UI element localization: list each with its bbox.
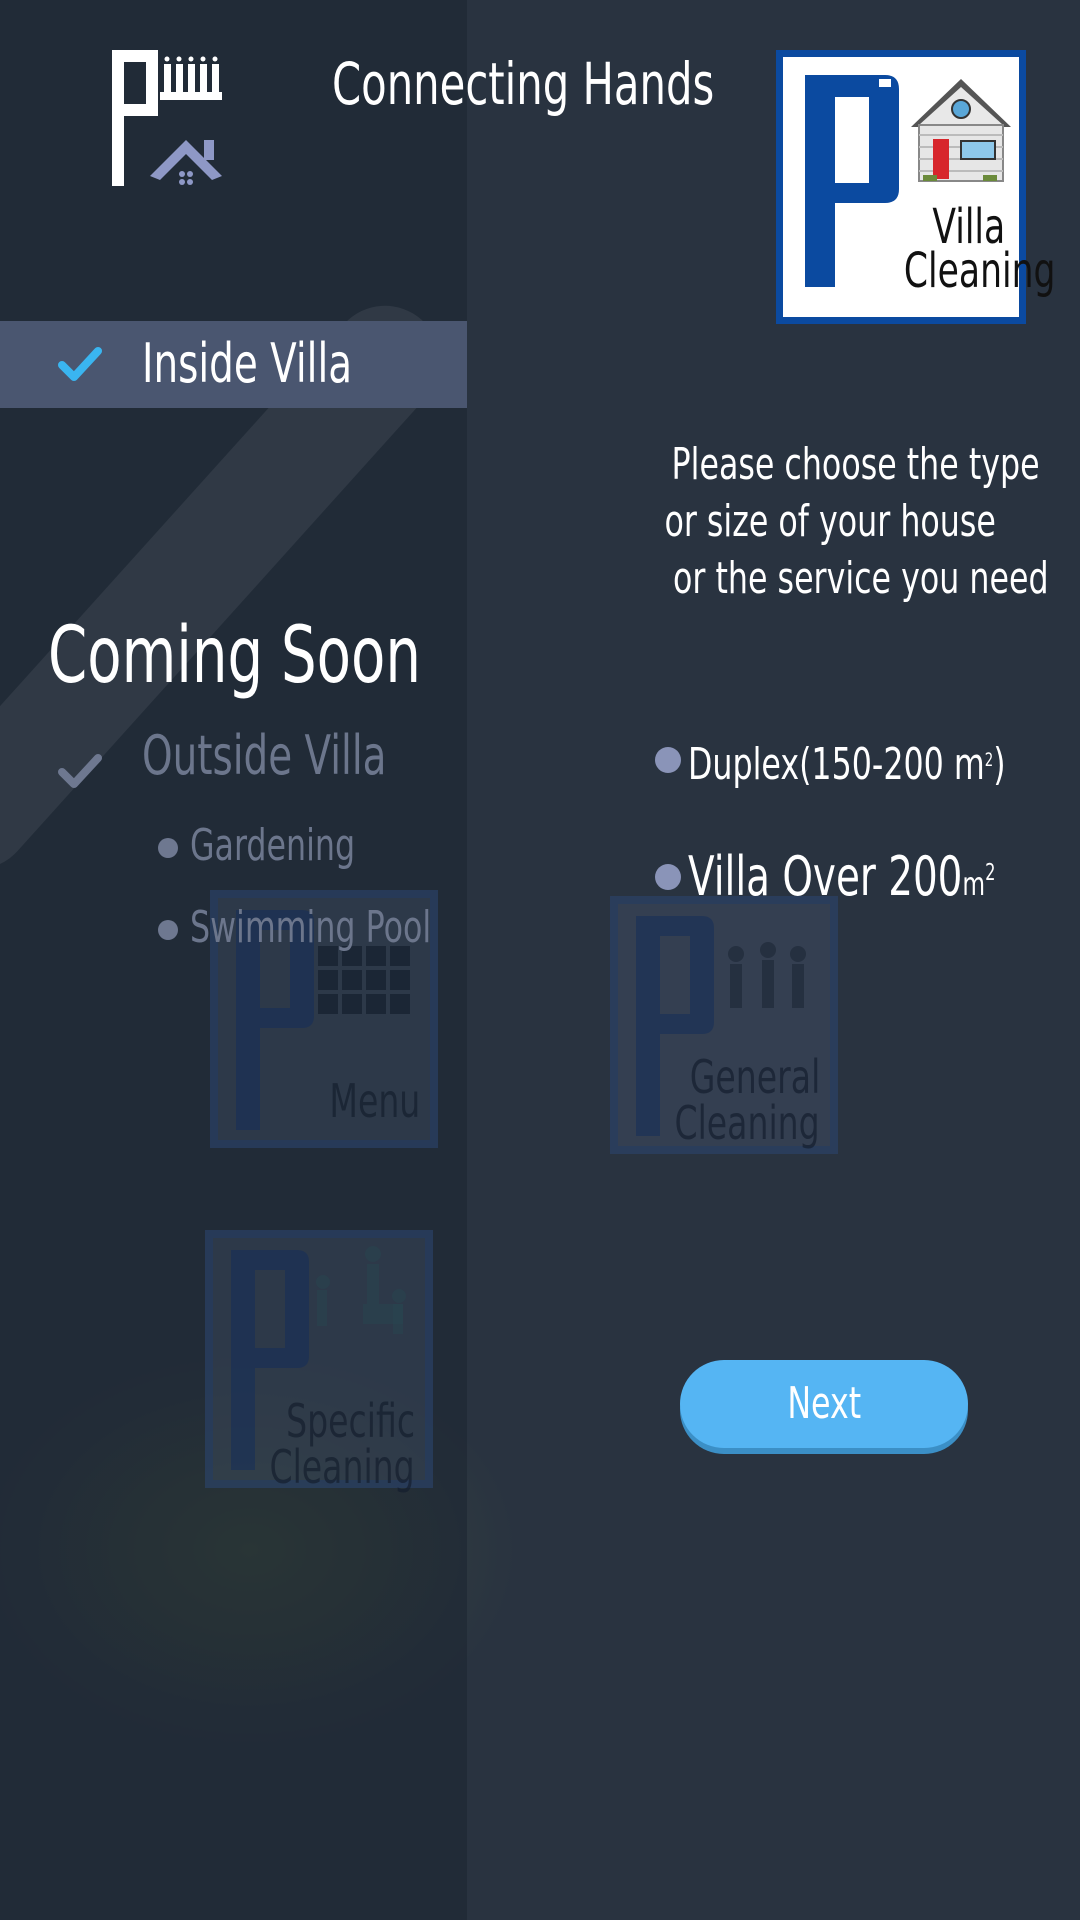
bullet-icon	[158, 838, 178, 858]
sidebar-item-outside-villa: Outside Villa	[0, 720, 467, 792]
check-icon	[58, 754, 102, 788]
next-button[interactable]: Next	[680, 1360, 968, 1448]
radio-icon	[655, 864, 681, 890]
specific-cleaning-tile: Specific Cleaning	[205, 1230, 433, 1494]
app-logo	[108, 48, 228, 192]
choose-type-prompt: Please choose the type or size of your h…	[664, 439, 1049, 604]
villa-logo-text: Villa Cleaning	[903, 199, 1056, 299]
sidebar-item-inside-villa[interactable]: Inside Villa	[0, 321, 467, 408]
sidebar-subitem-swimming-pool: Swimming Pool	[150, 898, 480, 958]
option-villa-over-200[interactable]: Villa Over 200m2	[650, 842, 1030, 912]
subitem-label: Swimming Pool	[190, 902, 432, 953]
subitem-label: Gardening	[190, 820, 356, 871]
check-icon	[58, 347, 102, 381]
option-label: Villa Over 200m2	[688, 845, 996, 908]
villa-cleaning-logo: Villa Cleaning	[776, 50, 1056, 324]
option-duplex[interactable]: Duplex(150-200 m2)	[650, 730, 1030, 800]
next-button-label: Next	[787, 1378, 861, 1429]
sidebar-item-label: Inside Villa	[142, 332, 353, 395]
bullet-icon	[158, 920, 178, 940]
specific-cleaning-tile-label: Specific Cleaning	[269, 1394, 415, 1494]
general-cleaning-tile-label: General Cleaning	[674, 1050, 820, 1150]
general-cleaning-tile: General Cleaning	[610, 896, 838, 1154]
radio-icon	[655, 747, 681, 773]
option-label: Duplex(150-200 m2)	[688, 739, 1006, 790]
sidebar-item-label: Outside Villa	[142, 724, 387, 787]
sidebar-subitem-gardening: Gardening	[150, 816, 480, 876]
menu-tile-label: Menu	[329, 1074, 420, 1128]
app-title: Connecting Hands	[332, 50, 715, 118]
coming-soon-heading: Coming Soon	[48, 611, 421, 701]
